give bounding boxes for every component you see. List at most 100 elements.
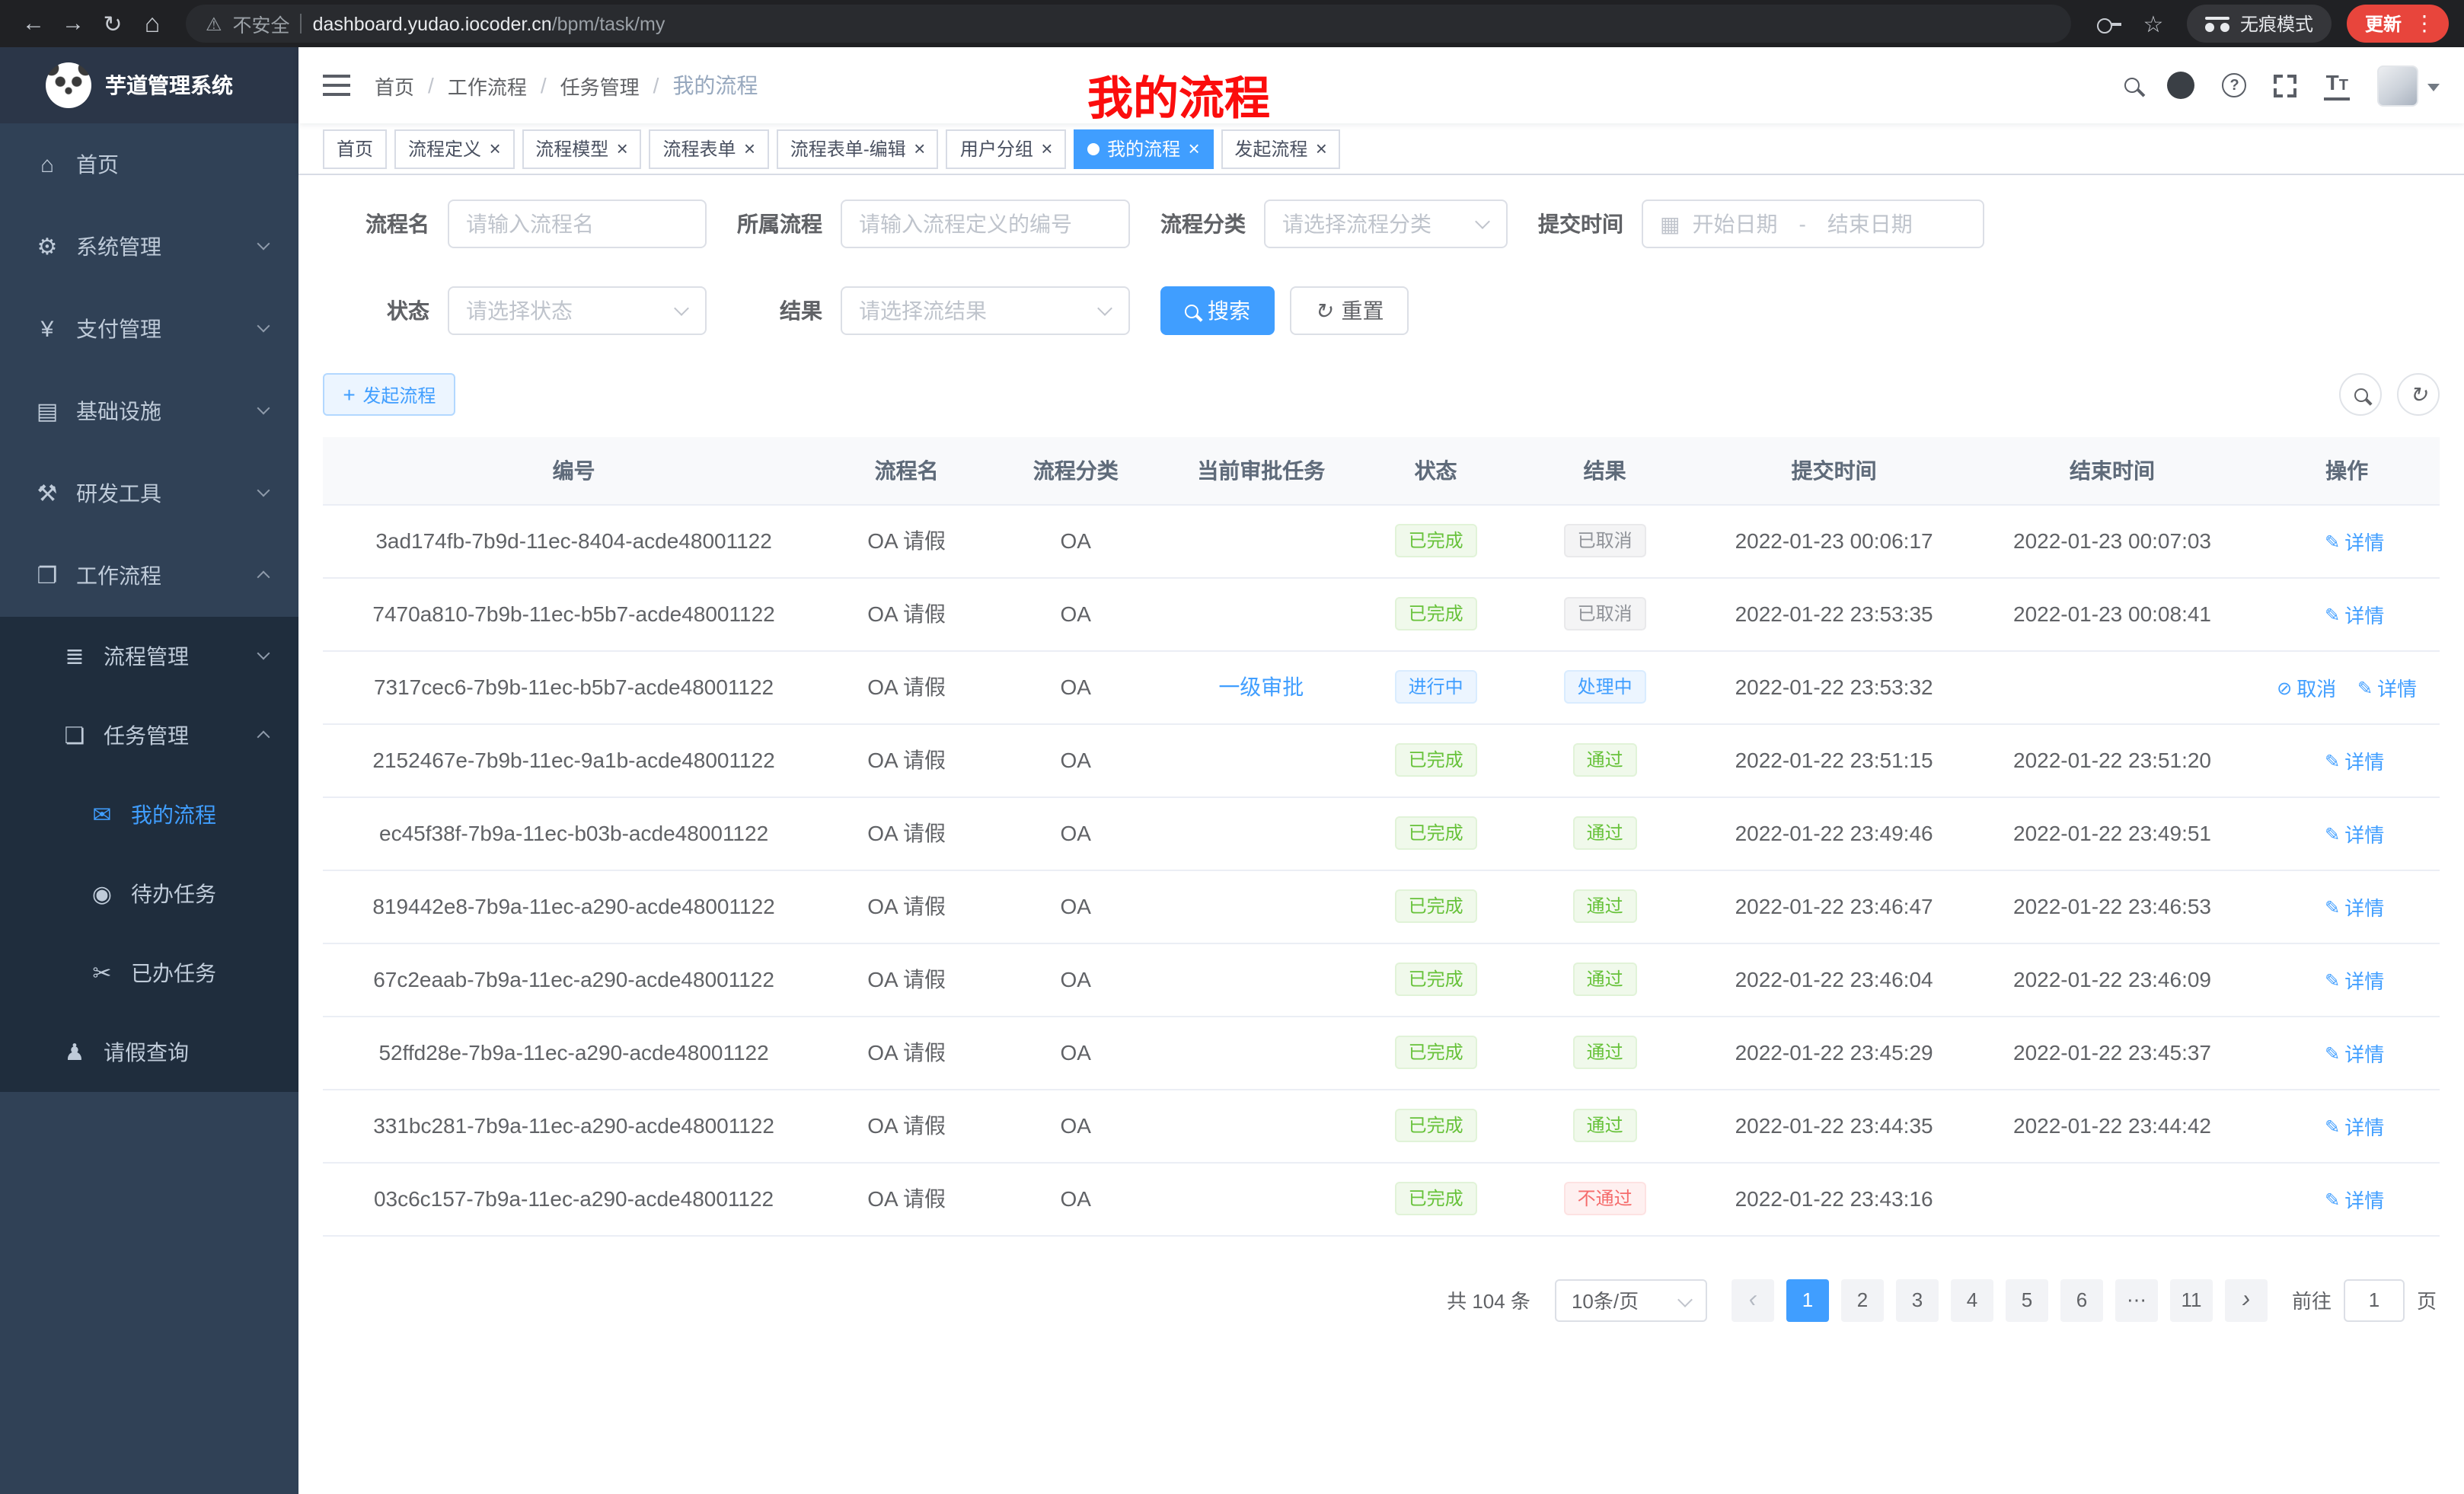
breadcrumb-item[interactable]: 首页: [375, 71, 414, 100]
tab[interactable]: 用户分组: [946, 129, 1066, 168]
bookmark-star-icon[interactable]: [2135, 5, 2172, 42]
sidebar-item[interactable]: ¥ 支付管理: [0, 288, 298, 370]
chevron-down-icon: [1097, 301, 1112, 316]
sidebar-item[interactable]: ◉ 待办任务: [0, 854, 298, 934]
address-bar[interactable]: 不安全 dashboard.yudao.iocoder.cn/bpm/task/…: [186, 5, 2071, 43]
page-button[interactable]: 1: [1786, 1279, 1829, 1321]
date-range-picker[interactable]: 开始日期 - 结束日期: [1642, 200, 1984, 248]
detail-action[interactable]: 详情: [2325, 599, 2384, 628]
cell-result: 通过: [1512, 1016, 1698, 1089]
detail-action[interactable]: 详情: [2325, 1038, 2384, 1067]
breadcrumb-item[interactable]: 工作流程: [448, 71, 527, 100]
back-icon[interactable]: [15, 5, 52, 42]
annotation-overlay: 我的流程: [1087, 61, 1270, 128]
hamburger-icon[interactable]: [323, 75, 350, 96]
tab[interactable]: 流程表单-编辑: [777, 129, 939, 168]
forward-icon[interactable]: [55, 5, 91, 42]
start-process-button[interactable]: 发起流程: [323, 373, 455, 416]
cell-process-name: OA 请假: [825, 796, 988, 870]
cell-id: 2152467e-7b9b-11ec-9a1b-acde48001122: [323, 723, 825, 796]
tab[interactable]: 发起流程: [1221, 129, 1340, 168]
tab[interactable]: 我的流程: [1074, 129, 1213, 168]
page-button[interactable]: 11: [2170, 1279, 2213, 1321]
task-link[interactable]: 一级审批: [1218, 672, 1304, 702]
fullscreen-icon[interactable]: [2274, 74, 2297, 97]
status-select[interactable]: 请选择状态: [448, 286, 707, 335]
github-icon[interactable]: [2168, 72, 2195, 99]
category-select[interactable]: 请选择流程分类: [1264, 200, 1508, 248]
detail-action[interactable]: 详情: [2325, 819, 2384, 848]
security-label[interactable]: 不安全: [233, 9, 290, 38]
sidebar-item[interactable]: ⚒ 研发工具: [0, 452, 298, 535]
update-button[interactable]: 更新: [2347, 5, 2449, 43]
start-date-placeholder[interactable]: 开始日期: [1692, 209, 1777, 239]
detail-action[interactable]: 详情: [2357, 672, 2417, 701]
page-button[interactable]: 5: [2006, 1279, 2048, 1321]
avatar[interactable]: [2377, 65, 2418, 106]
sidebar-item[interactable]: ✂ 已办任务: [0, 934, 298, 1013]
process-definition-input[interactable]: [841, 200, 1130, 248]
browser-home-icon[interactable]: [134, 5, 171, 42]
close-icon[interactable]: [1041, 138, 1052, 159]
page-button[interactable]: 2: [1841, 1279, 1884, 1321]
refresh-table-button[interactable]: [2397, 373, 2440, 416]
close-icon[interactable]: [744, 138, 755, 159]
sidebar-item[interactable]: ♟ 请假查询: [0, 1013, 298, 1092]
tab[interactable]: 首页: [323, 129, 387, 168]
detail-action[interactable]: 详情: [2325, 745, 2384, 774]
sidebar-item[interactable]: ❏ 任务管理: [0, 696, 298, 775]
tab[interactable]: 流程定义: [394, 129, 514, 168]
search-button[interactable]: 搜索: [1160, 286, 1275, 335]
close-icon[interactable]: [616, 138, 627, 159]
sidebar-item[interactable]: ≣ 流程管理: [0, 617, 298, 696]
close-icon[interactable]: [489, 138, 500, 159]
cell-process-name: OA 请假: [825, 870, 988, 943]
page-button[interactable]: 4: [1951, 1279, 1993, 1321]
page-size-select[interactable]: 10条/页: [1555, 1279, 1707, 1321]
search-icon[interactable]: [2125, 78, 2140, 93]
sidebar-item-label: 首页: [76, 149, 119, 180]
detail-action[interactable]: 详情: [2325, 526, 2384, 555]
status-badge: 已完成: [1395, 743, 1477, 777]
reload-icon[interactable]: [94, 5, 131, 42]
reset-button[interactable]: 重置: [1290, 286, 1408, 335]
page-button[interactable]: 6: [2060, 1279, 2103, 1321]
cancel-icon: [2277, 675, 2292, 698]
close-icon[interactable]: [914, 138, 925, 159]
prev-page-button[interactable]: [1732, 1279, 1774, 1321]
omnibox-divider: [301, 14, 302, 34]
detail-action[interactable]: 详情: [2325, 892, 2384, 921]
breadcrumb-item[interactable]: 任务管理: [560, 71, 640, 100]
breadcrumb-item[interactable]: 我的流程: [672, 70, 758, 101]
user-menu[interactable]: [2377, 65, 2440, 106]
browser-menu-icon[interactable]: [2408, 11, 2441, 37]
url-text[interactable]: dashboard.yudao.iocoder.cn/bpm/task/my: [313, 13, 665, 34]
page-button[interactable]: ⋯: [2115, 1279, 2158, 1321]
password-key-icon[interactable]: [2097, 18, 2121, 30]
detail-action[interactable]: 详情: [2325, 1111, 2384, 1140]
help-icon[interactable]: [2223, 73, 2247, 97]
detail-action[interactable]: 详情: [2325, 965, 2384, 994]
toggle-search-button[interactable]: [2339, 373, 2382, 416]
detail-action[interactable]: 详情: [2325, 1184, 2384, 1213]
result-select[interactable]: 请选择流结果: [841, 286, 1130, 335]
sidebar-item[interactable]: ▤ 基础设施: [0, 370, 298, 452]
sidebar-item[interactable]: ❐ 工作流程: [0, 535, 298, 617]
page-button[interactable]: 3: [1896, 1279, 1939, 1321]
close-icon[interactable]: [1188, 138, 1199, 159]
process-name-input[interactable]: [448, 200, 707, 248]
end-date-placeholder[interactable]: 结束日期: [1827, 209, 1913, 239]
cell-actions: 取消 详情: [2254, 943, 2440, 1016]
cancel-action[interactable]: 取消: [2277, 672, 2336, 701]
sidebar-item[interactable]: ✉ 我的流程: [0, 775, 298, 854]
font-size-icon[interactable]: [2325, 71, 2350, 100]
sidebar-item[interactable]: ⌂ 首页: [0, 123, 298, 206]
tab[interactable]: 流程表单: [649, 129, 768, 168]
tab[interactable]: 流程模型: [522, 129, 641, 168]
cell-end-time: 2022-01-22 23:46:09: [1971, 943, 2255, 1016]
sidebar-item[interactable]: ⚙ 系统管理: [0, 206, 298, 288]
next-page-button[interactable]: [2225, 1279, 2268, 1321]
goto-page-input[interactable]: [2344, 1279, 2405, 1321]
app-logo[interactable]: 芋道管理系统: [0, 47, 298, 123]
close-icon[interactable]: [1315, 138, 1326, 159]
